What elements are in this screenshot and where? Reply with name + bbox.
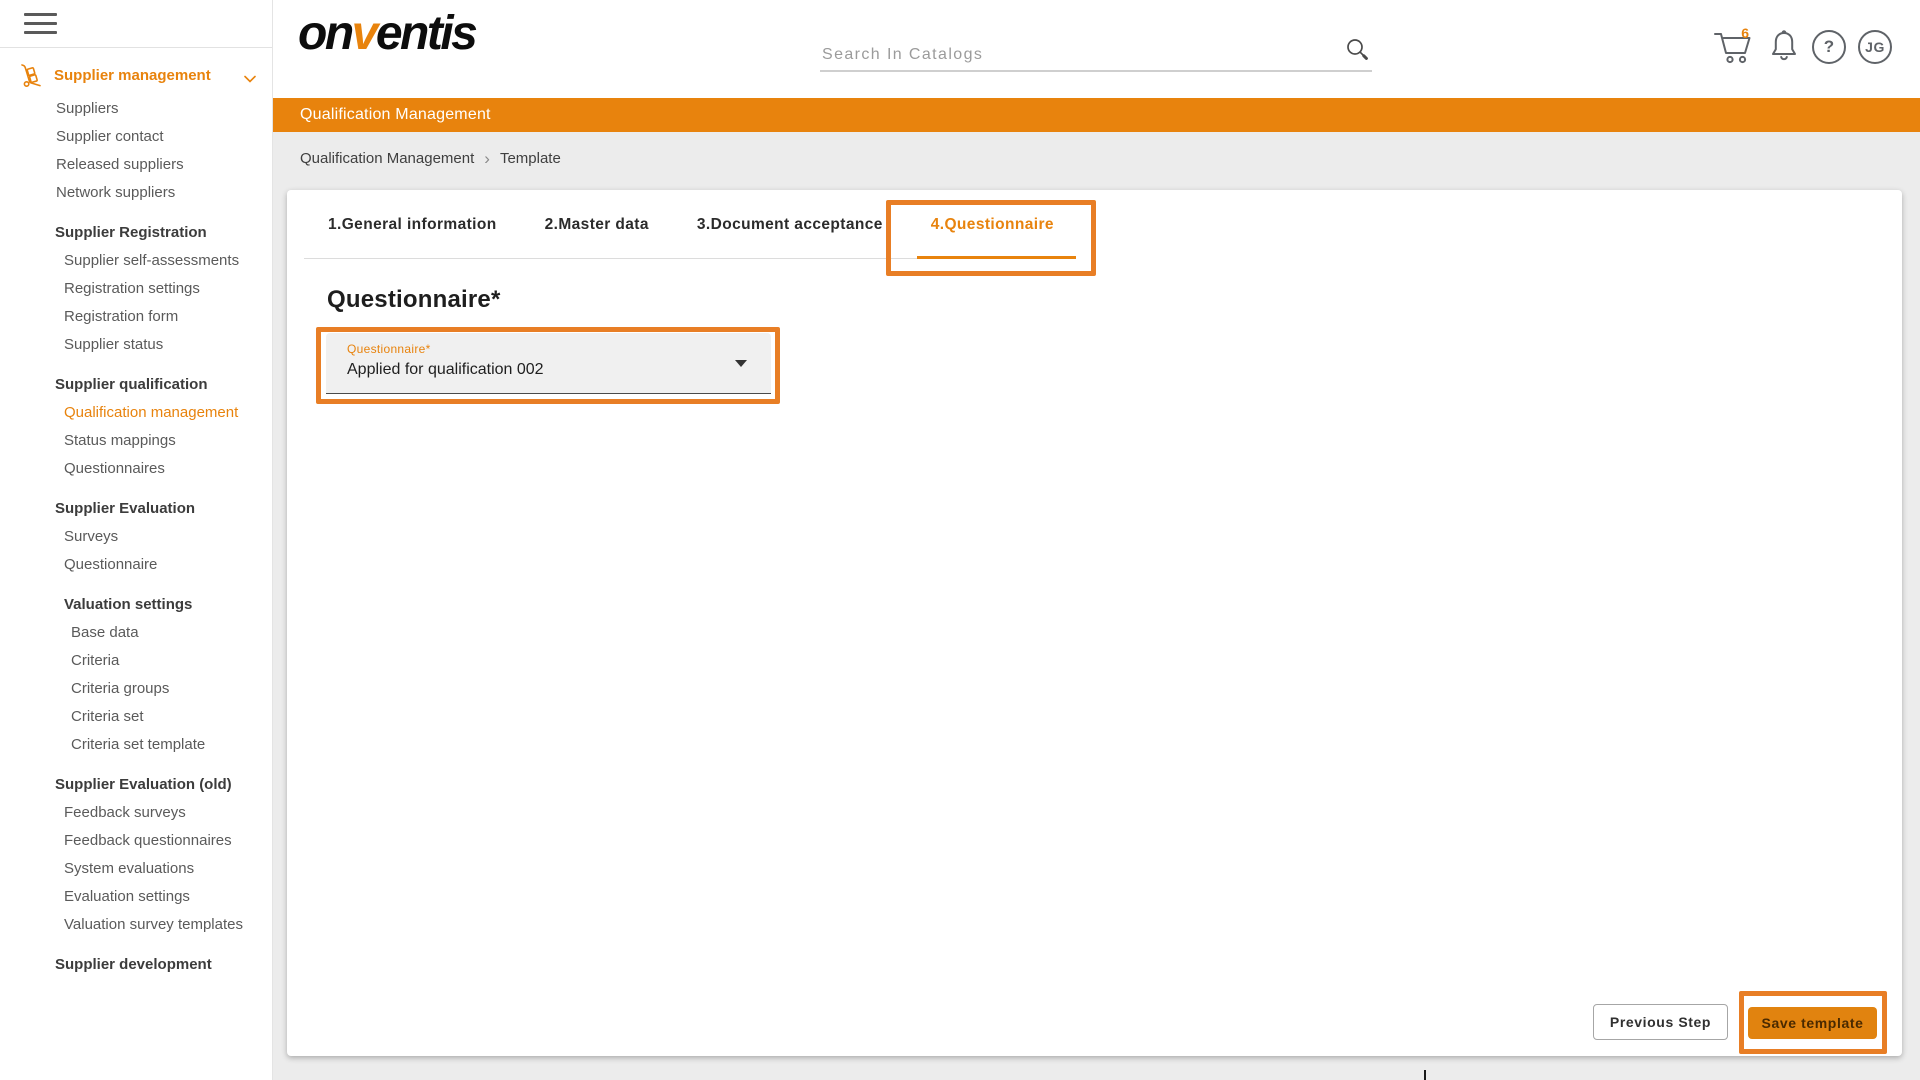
tab-general-information[interactable]: 1.General information	[304, 190, 521, 259]
tab-bar: 1.General information 2.Master data 3.Do…	[304, 190, 1078, 259]
search-input[interactable]	[820, 45, 1324, 65]
onventis-logo: onventis	[298, 6, 475, 61]
sidebar-item-supplier-evaluation-old[interactable]: Supplier Evaluation (old)	[0, 770, 272, 798]
tab-master-data[interactable]: 2.Master data	[521, 190, 673, 259]
dropdown-caret-icon	[735, 360, 747, 367]
page-title: Questionnaire*	[327, 286, 501, 314]
cursor-artifact	[1424, 1070, 1426, 1080]
logo-text-tail: entis	[376, 7, 476, 60]
breadcrumb-template: Template	[500, 150, 561, 167]
sidebar-item-supplier-registration[interactable]: Supplier Registration	[0, 218, 272, 246]
save-template-button[interactable]: Save template	[1748, 1007, 1877, 1039]
page-banner-title: Qualification Management	[300, 106, 491, 124]
tab-document-acceptance[interactable]: 3.Document acceptance	[673, 190, 907, 259]
sidebar-item-surveys[interactable]: Surveys	[0, 522, 272, 550]
sidebar-item-status-mappings[interactable]: Status mappings	[0, 426, 272, 454]
sidebar-item-released-suppliers[interactable]: Released suppliers	[0, 150, 272, 178]
questionnaire-select[interactable]: Questionnaire* Applied for qualification…	[326, 333, 771, 394]
logo-checkmark-v: v	[352, 7, 376, 60]
breadcrumb: Qualification Management › Template	[300, 150, 561, 167]
notifications-button[interactable]	[1768, 28, 1800, 66]
sidebar-nav: Supplier management SuppliersSupplier co…	[0, 60, 272, 978]
sidebar-item-base-data[interactable]: Base data	[0, 618, 272, 646]
sidebar-item-supplier-development[interactable]: Supplier development	[0, 950, 272, 978]
help-button[interactable]: ?	[1812, 30, 1846, 64]
question-mark-icon: ?	[1824, 37, 1834, 57]
avatar[interactable]: JG	[1858, 30, 1892, 64]
sidebar-item-criteria-groups[interactable]: Criteria groups	[0, 674, 272, 702]
breadcrumb-qualification-management[interactable]: Qualification Management	[300, 150, 474, 167]
sidebar-item-questionnaires[interactable]: Questionnaires	[0, 454, 272, 482]
search-icon[interactable]	[1344, 36, 1370, 67]
sidebar-item-supplier-contact[interactable]: Supplier contact	[0, 122, 272, 150]
sidebar-item-valuation-settings[interactable]: Valuation settings	[0, 590, 272, 618]
content-card: 1.General information 2.Master data 3.Do…	[287, 190, 1902, 1056]
sidebar-item-valuation-survey-templates[interactable]: Valuation survey templates	[0, 910, 272, 938]
sidebar-item-suppliers[interactable]: Suppliers	[0, 94, 272, 122]
sidebar-item-evaluation-settings[interactable]: Evaluation settings	[0, 882, 272, 910]
sidebar-item-supplier-evaluation[interactable]: Supplier Evaluation	[0, 494, 272, 522]
top-bar: onventis 6	[273, 0, 1920, 98]
sidebar-item-criteria-set[interactable]: Criteria set	[0, 702, 272, 730]
sidebar-item-feedback-surveys[interactable]: Feedback surveys	[0, 798, 272, 826]
sidebar-item-questionnaire[interactable]: Questionnaire	[0, 550, 272, 578]
questionnaire-select-value: Applied for qualification 002	[347, 361, 544, 379]
sidebar-group-supplier-management[interactable]: Supplier management	[0, 60, 272, 90]
catalog-search	[820, 25, 1372, 72]
previous-step-button[interactable]: Previous Step	[1593, 1004, 1728, 1040]
sidebar-item-criteria-set-template[interactable]: Criteria set template	[0, 730, 272, 758]
hand-truck-icon	[19, 63, 43, 92]
breadcrumb-chevron-icon: ›	[484, 150, 490, 167]
tab-questionnaire[interactable]: 4.Questionnaire	[907, 190, 1078, 259]
annotation-box-questionnaire-tab	[886, 200, 1096, 276]
sidebar-item-system-evaluations[interactable]: System evaluations	[0, 854, 272, 882]
sidebar-item-network-suppliers[interactable]: Network suppliers	[0, 178, 272, 206]
chevron-down-icon	[244, 70, 256, 87]
questionnaire-select-label: Questionnaire*	[347, 342, 431, 356]
tab-questionnaire-label: 4.Questionnaire	[931, 216, 1054, 234]
sidebar-item-criteria[interactable]: Criteria	[0, 646, 272, 674]
sidebar-item-registration-form[interactable]: Registration form	[0, 302, 272, 330]
page-banner: Qualification Management	[273, 98, 1920, 132]
sidebar-item-supplier-status[interactable]: Supplier status	[0, 330, 272, 358]
app-root: Supplier management SuppliersSupplier co…	[0, 0, 1920, 1080]
cart-badge: 6	[1741, 25, 1749, 41]
logo-text: on	[298, 7, 352, 60]
sidebar-item-feedback-questionnaires[interactable]: Feedback questionnaires	[0, 826, 272, 854]
sidebar-item-supplier-self-assessments[interactable]: Supplier self-assessments	[0, 246, 272, 274]
header-actions: 6 ? JG	[1710, 26, 1892, 68]
menu-icon[interactable]	[24, 13, 57, 34]
cart-button[interactable]: 6	[1710, 26, 1756, 68]
sidebar-item-qualification-management[interactable]: Qualification management	[0, 398, 272, 426]
avatar-initials: JG	[1865, 39, 1885, 55]
sidebar-item-registration-settings[interactable]: Registration settings	[0, 274, 272, 302]
sidebar-item-supplier-qualification[interactable]: Supplier qualification	[0, 370, 272, 398]
sidebar: Supplier management SuppliersSupplier co…	[0, 0, 273, 1080]
sidebar-header	[0, 0, 272, 48]
